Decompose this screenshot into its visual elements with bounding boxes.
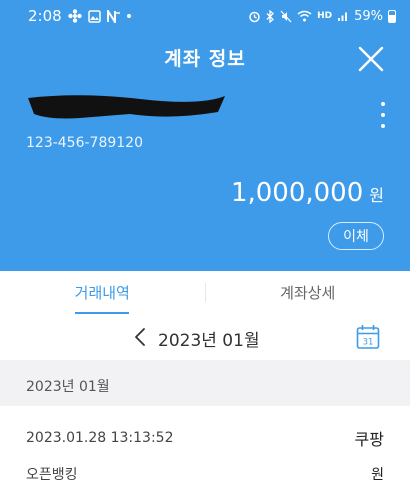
more-vert-icon[interactable] [378, 102, 388, 128]
month-label: 2023년 01월 [158, 331, 260, 351]
transaction-datetime: 2023.01.28 13:13:52 [26, 430, 174, 446]
account-header: 계좌 정보 123-456-789120 1,000,000 원 이체 [0, 32, 410, 271]
tab-account-details[interactable]: 계좌상세 [206, 271, 410, 314]
page-title: 계좌 정보 [164, 48, 246, 70]
account-number: 123-456-789120 [26, 135, 143, 151]
signal-icon [338, 12, 348, 21]
tab-transactions[interactable]: 거래내역 [0, 271, 205, 315]
pinwheel-icon [67, 9, 82, 23]
battery-percent: 59% [354, 8, 383, 24]
transaction-channel: 오픈뱅킹 [26, 467, 78, 483]
mute-icon [280, 10, 292, 22]
tab-bar: 거래내역 계좌상세 [0, 271, 410, 315]
balance: 1,000,000 원 [231, 178, 384, 208]
chevron-left-icon[interactable] [132, 326, 148, 348]
transaction-merchant: 쿠팡 [354, 430, 384, 449]
calendar-day: 31 [363, 338, 374, 348]
transaction-list: 2023.01.28 13:13:52 쿠팡 오픈뱅킹 원 [0, 406, 410, 487]
dot-icon [126, 14, 131, 18]
battery-icon [388, 9, 396, 23]
network-type-label: HD [317, 11, 333, 21]
status-left: 2:08 [28, 7, 131, 25]
close-icon[interactable] [356, 44, 386, 74]
calendar-icon[interactable]: 31 [356, 324, 380, 350]
wifi-icon [297, 10, 312, 22]
month-navigator: 2023년 01월 31 [0, 314, 410, 360]
gallery-icon [87, 9, 101, 23]
alarm-icon [249, 11, 260, 22]
status-right: HD 59% [248, 9, 396, 24]
section-header: 2023년 01월 [0, 368, 410, 404]
balance-unit: 원 [369, 186, 384, 205]
transaction-amount-unit: 원 [371, 467, 384, 483]
transfer-button[interactable]: 이체 [328, 222, 384, 250]
bluetooth-icon [266, 9, 275, 23]
status-time: 2:08 [28, 7, 62, 25]
redacted-account-name [28, 95, 225, 119]
balance-amount: 1,000,000 [230, 178, 364, 208]
notification-n-icon [106, 9, 120, 23]
status-bar: 2:08 HD 59% [0, 0, 410, 32]
